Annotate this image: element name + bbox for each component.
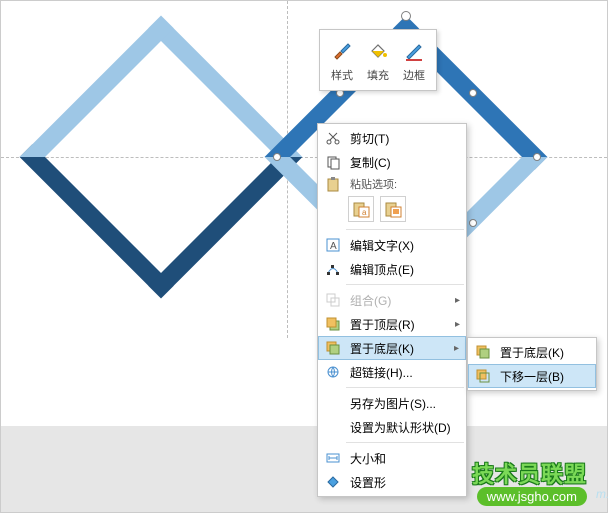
blank-icon	[322, 417, 344, 437]
context-menu: 剪切(T) 复制(C) 粘贴选项: a A 编辑文字(X) 编辑顶点(E)	[317, 123, 467, 497]
send-to-back-label: 置于底层(K)	[500, 344, 578, 361]
cut-label: 剪切(T)	[350, 130, 448, 147]
paintbrush-icon	[330, 39, 354, 63]
selection-handle[interactable]	[469, 89, 477, 97]
send-to-back-icon	[472, 342, 494, 362]
watermark-suffix: m.cn	[596, 487, 608, 501]
default-shape-label: 设置为默认形状(D)	[350, 419, 451, 436]
paste-options-label: 粘贴选项:	[350, 176, 448, 192]
chevron-right-icon: ▸	[455, 295, 460, 306]
mini-toolbar: 样式 填充 边框	[319, 29, 437, 91]
blank-icon	[322, 393, 344, 413]
send-backward-label: 下移一层(B)	[500, 368, 578, 385]
style-label: 样式	[331, 67, 353, 83]
selection-handle[interactable]	[273, 153, 281, 161]
bucket-icon	[366, 39, 390, 63]
points-icon	[322, 259, 344, 279]
edit-text-item[interactable]: A 编辑文字(X)	[318, 233, 466, 257]
selection-handle[interactable]	[533, 153, 541, 161]
hyperlink-item[interactable]: 超链接(H)...	[318, 360, 466, 384]
size-item[interactable]: 大小和	[318, 446, 466, 470]
separator	[346, 284, 464, 285]
outline-button[interactable]: 边框	[396, 34, 432, 86]
send-back-item[interactable]: 置于底层(K) ▸	[318, 336, 466, 360]
group-label: 组合(G)	[350, 292, 448, 309]
link-icon	[322, 362, 344, 382]
separator	[346, 387, 464, 388]
outline-label: 边框	[403, 67, 425, 83]
edit-points-label: 编辑顶点(E)	[350, 261, 448, 278]
send-to-back-item[interactable]: 置于底层(K)	[468, 340, 596, 364]
edit-points-item[interactable]: 编辑顶点(E)	[318, 257, 466, 281]
separator	[346, 442, 464, 443]
bring-front-label: 置于顶层(R)	[350, 316, 448, 333]
send-backward-icon	[472, 366, 494, 386]
pen-icon	[402, 39, 426, 63]
style-button[interactable]: 样式	[324, 34, 360, 86]
svg-text:A: A	[330, 241, 337, 252]
separator	[346, 229, 464, 230]
group-item: 组合(G) ▸	[318, 288, 466, 312]
format-shape-label: 设置形	[350, 474, 448, 491]
scissors-icon	[322, 128, 344, 148]
paste-option-keep-format[interactable]: a	[348, 196, 374, 222]
chevron-right-icon: ▸	[455, 319, 460, 330]
watermark-url: www.jsgho.com	[477, 487, 587, 506]
send-back-submenu: 置于底层(K) 下移一层(B)	[467, 337, 597, 391]
size-icon	[322, 448, 344, 468]
hyperlink-label: 超链接(H)...	[350, 364, 448, 381]
copy-label: 复制(C)	[350, 154, 448, 171]
send-back-label: 置于底层(K)	[350, 340, 448, 357]
svg-text:a: a	[362, 208, 367, 217]
text-icon: A	[322, 235, 344, 255]
watermark-title: 技术员联盟	[472, 457, 587, 489]
watermark: 技术员联盟 www.jsgho.com m.cn	[472, 457, 587, 504]
paste-options-label-row: 粘贴选项:	[318, 174, 466, 194]
format-shape-item[interactable]: 设置形	[318, 470, 466, 494]
send-backward-item[interactable]: 下移一层(B)	[468, 364, 596, 388]
format-icon	[322, 472, 344, 492]
clipboard-icon	[322, 174, 344, 194]
save-as-pic-item[interactable]: 另存为图片(S)...	[318, 391, 466, 415]
fill-button[interactable]: 填充	[360, 34, 396, 86]
selection-handle[interactable]	[469, 219, 477, 227]
chevron-right-icon: ▸	[454, 343, 459, 354]
shape-diamond-left[interactable]	[20, 16, 303, 299]
fill-label: 填充	[367, 67, 389, 83]
send-back-icon	[322, 338, 344, 358]
group-icon	[322, 290, 344, 310]
copy-icon	[322, 152, 344, 172]
bring-front-icon	[322, 314, 344, 334]
save-as-pic-label: 另存为图片(S)...	[350, 395, 448, 412]
paste-options-row: a	[318, 194, 466, 226]
size-label: 大小和	[350, 450, 448, 467]
bring-front-item[interactable]: 置于顶层(R) ▸	[318, 312, 466, 336]
paste-option-picture[interactable]	[380, 196, 406, 222]
copy-item[interactable]: 复制(C)	[318, 150, 466, 174]
default-shape-item[interactable]: 设置为默认形状(D)	[318, 415, 466, 439]
edit-text-label: 编辑文字(X)	[350, 237, 448, 254]
rotate-handle[interactable]	[401, 11, 411, 21]
cut-item[interactable]: 剪切(T)	[318, 126, 466, 150]
